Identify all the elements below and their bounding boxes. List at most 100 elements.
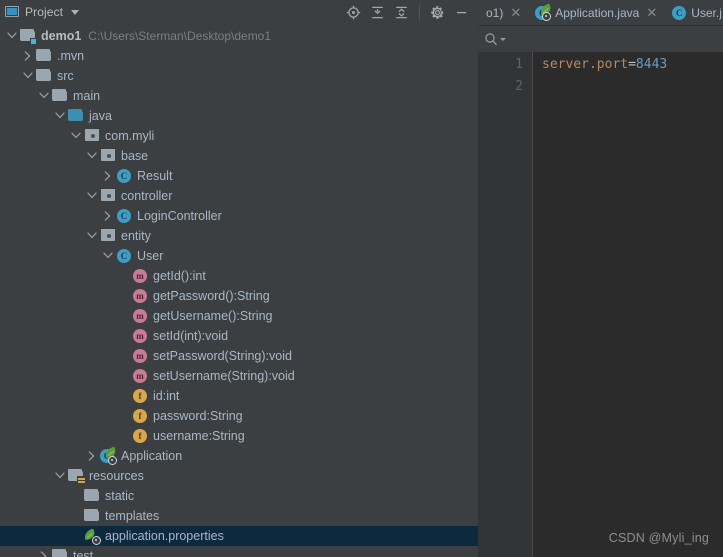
chevron-down-icon[interactable]	[84, 186, 100, 206]
tree-row[interactable]: test	[0, 546, 478, 557]
tree-row-label: setPassword(String):void	[153, 348, 292, 363]
spring-class-icon: C	[100, 446, 118, 465]
tree-row-label: Result	[137, 168, 173, 183]
settings-gear-icon[interactable]	[427, 2, 448, 23]
tree-row[interactable]: f password:String	[0, 406, 478, 426]
tree-row-label: controller	[121, 188, 173, 203]
project-title-button[interactable]: Project	[5, 5, 80, 19]
tree-row[interactable]: .mvn	[0, 46, 478, 66]
chevron-right-icon[interactable]	[100, 206, 116, 226]
tool-window-title: Project	[25, 5, 64, 19]
chevron-down-icon[interactable]	[20, 66, 36, 86]
code-line[interactable]: server.port=8443	[542, 54, 723, 76]
search-icon[interactable]	[484, 32, 506, 46]
field-icon: f	[132, 408, 148, 424]
tree-row[interactable]: m getPassword():String	[0, 286, 478, 306]
tree-row-label: getPassword():String	[153, 288, 270, 303]
chevron-down-icon[interactable]	[84, 226, 100, 246]
chevron-down-icon[interactable]	[52, 106, 68, 126]
editor-tab[interactable]: CApplication.java ✕	[527, 0, 663, 25]
project-window-icon	[5, 5, 19, 19]
tree-row-label: application.properties	[105, 528, 224, 543]
chevron-down-icon[interactable]	[68, 126, 84, 146]
method-icon: m	[132, 328, 148, 344]
project-tree[interactable]: demo1 C:\Users\Sterman\Desktop\demo1 .mvn s…	[0, 24, 478, 557]
close-icon[interactable]: ✕	[646, 6, 657, 19]
tree-row[interactable]: com.myli	[0, 126, 478, 146]
editor-tab[interactable]: o1) ✕	[478, 0, 527, 25]
code-content[interactable]: server.port=8443	[533, 52, 723, 557]
tree-row-label: .mvn	[57, 48, 85, 63]
code-line[interactable]	[542, 76, 723, 98]
editor-search-bar	[478, 26, 723, 52]
chevron-right-icon[interactable]	[100, 166, 116, 186]
tree-row[interactable]: java	[0, 106, 478, 126]
folder-icon	[84, 488, 100, 504]
module-folder-icon	[20, 28, 37, 45]
editor-panel: o1)✕CApplication.java✕CUser.j 12 server.…	[478, 0, 723, 557]
tree-row-label: getId():int	[153, 268, 206, 283]
field-icon: f	[132, 388, 148, 404]
tree-row-path: C:\Users\Sterman\Desktop\demo1	[88, 29, 272, 43]
method-icon: m	[132, 368, 148, 384]
chevron-down-icon[interactable]	[71, 9, 80, 15]
tree-row[interactable]: f username:String	[0, 426, 478, 446]
editor-tab[interactable]: C User.j	[663, 0, 723, 25]
folder-icon	[36, 68, 52, 84]
chevron-right-icon[interactable]	[36, 546, 52, 557]
tree-row[interactable]: m getUsername():String	[0, 306, 478, 326]
tree-row[interactable]: resources	[0, 466, 478, 486]
class-icon: C	[116, 248, 132, 264]
tree-row-label: static	[105, 488, 135, 503]
chevron-down-icon[interactable]	[100, 246, 116, 266]
tree-row[interactable]: application.properties	[0, 526, 478, 546]
chevron-right-icon[interactable]	[84, 446, 100, 466]
tree-row[interactable]: controller	[0, 186, 478, 206]
class-icon: C	[116, 208, 132, 224]
chevron-down-icon[interactable]	[52, 466, 68, 486]
tree-row[interactable]: entity	[0, 226, 478, 246]
line-number: 1	[515, 57, 523, 72]
expand-all-icon[interactable]	[367, 2, 388, 23]
chevron-right-icon[interactable]	[20, 46, 36, 66]
select-opened-file-icon[interactable]	[343, 2, 364, 23]
chevron-down-icon[interactable]	[36, 86, 52, 106]
chevron-down-icon[interactable]	[4, 26, 20, 46]
line-number: 2	[515, 79, 523, 94]
class-icon: C	[116, 168, 132, 184]
tree-row[interactable]: f id:int	[0, 386, 478, 406]
tree-row[interactable]: main	[0, 86, 478, 106]
editor-tab-bar[interactable]: o1)✕CApplication.java✕CUser.j	[478, 0, 723, 26]
tree-row[interactable]: demo1 C:\Users\Sterman\Desktop\demo1	[0, 26, 478, 46]
tree-row[interactable]: CApplication	[0, 446, 478, 466]
tree-row[interactable]: static	[0, 486, 478, 506]
tool-window-actions	[343, 2, 472, 23]
tree-row[interactable]: C User	[0, 246, 478, 266]
tree-row-label: templates	[105, 508, 160, 523]
code-area[interactable]: 12 server.port=8443	[478, 52, 723, 557]
tree-row[interactable]: m getId():int	[0, 266, 478, 286]
tree-row[interactable]: m setUsername(String):void	[0, 366, 478, 386]
property-value: 8443	[635, 57, 668, 72]
close-icon[interactable]: ✕	[510, 6, 521, 19]
tree-row[interactable]: m setId(int):void	[0, 326, 478, 346]
tree-row[interactable]: C Result	[0, 166, 478, 186]
tree-row[interactable]: m setPassword(String):void	[0, 346, 478, 366]
tree-row[interactable]: src	[0, 66, 478, 86]
tree-row[interactable]: base	[0, 146, 478, 166]
line-number-gutter: 12	[478, 52, 533, 557]
collapse-all-icon[interactable]	[391, 2, 412, 23]
tree-row-label: resources	[89, 468, 144, 483]
hide-icon[interactable]	[451, 2, 472, 23]
chevron-down-icon[interactable]	[84, 146, 100, 166]
tree-row[interactable]: C LoginController	[0, 206, 478, 226]
package-icon	[100, 228, 116, 244]
tree-row[interactable]: templates	[0, 506, 478, 526]
property-key: server.port	[542, 57, 629, 72]
